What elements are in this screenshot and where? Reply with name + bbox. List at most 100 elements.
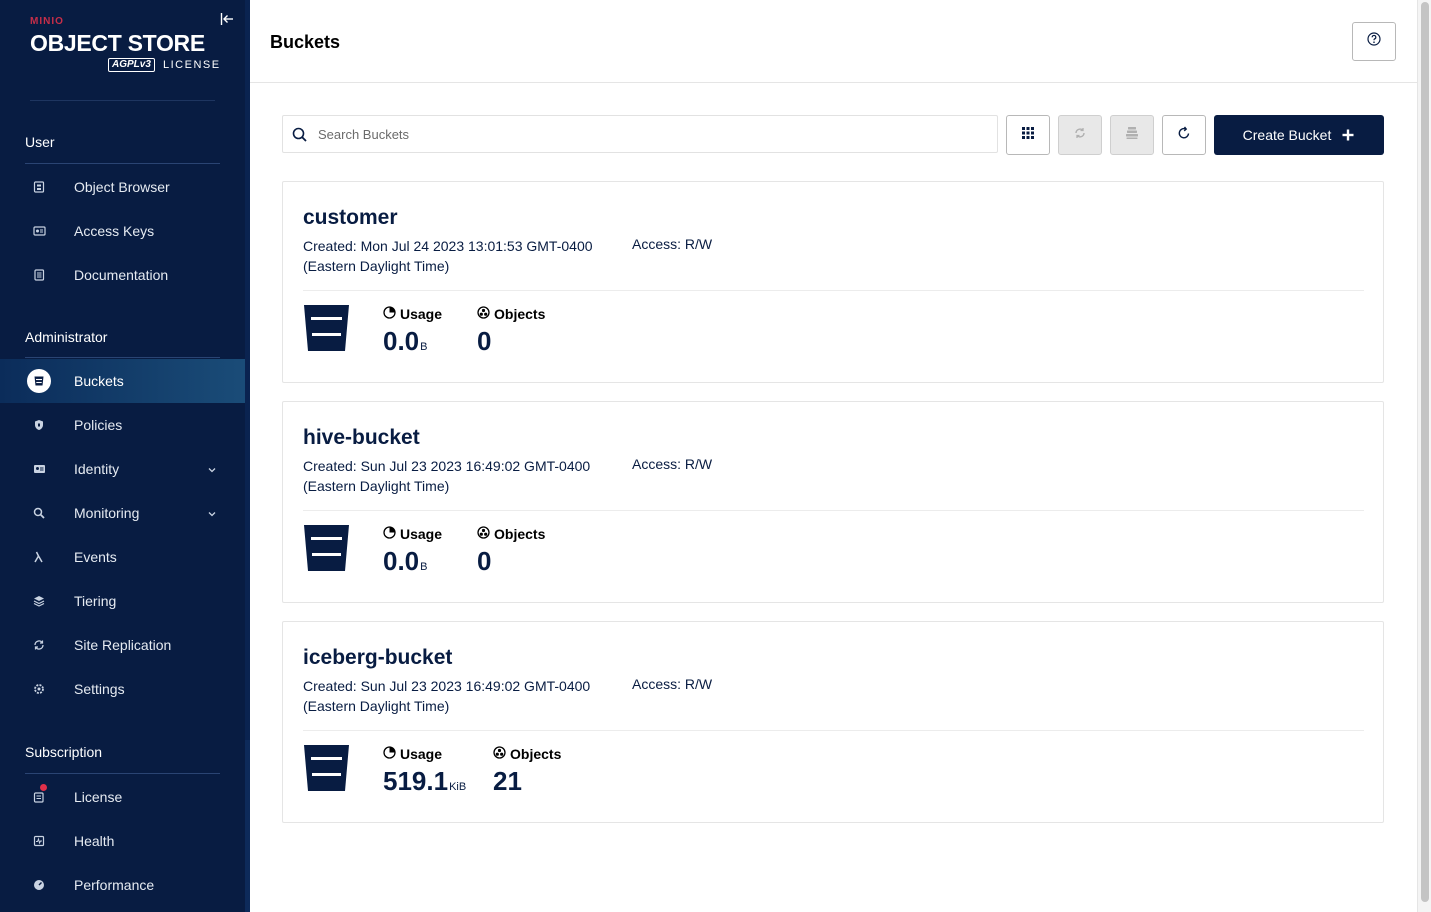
sidebar-item-label: Settings (74, 681, 125, 697)
section-divider (25, 773, 220, 774)
refresh-icon (1177, 126, 1191, 145)
usage-unit: KiB (449, 781, 467, 793)
license-icon (27, 785, 51, 809)
notification-badge (40, 784, 47, 791)
objects-icon (477, 306, 494, 322)
search-icon (292, 127, 308, 143)
product-name: OBJECT STORE (30, 30, 205, 56)
sidebar-item-settings[interactable]: Settings (0, 667, 245, 711)
bucket-created-date: Created: Mon Jul 24 2023 13:01:53 GMT-04… (303, 238, 593, 274)
sidebar-item-label: Monitoring (74, 505, 140, 521)
bucket-icon (303, 304, 350, 352)
sidebar-item-label: Site Replication (74, 637, 172, 653)
usage-value: 0.0 (383, 546, 420, 576)
logo-divider (30, 100, 215, 101)
refresh-button[interactable] (1162, 115, 1206, 155)
sidebar-item-access-keys[interactable]: Access Keys (0, 209, 245, 253)
sidebar-item-performance[interactable]: Performance (0, 863, 245, 907)
sidebar-item-object-browser[interactable]: Object Browser (0, 165, 245, 209)
usage-stat: Usage 519.1 KiB (383, 746, 466, 797)
bucket-name[interactable]: customer (303, 206, 398, 230)
card-divider (303, 290, 1364, 291)
bucket-name[interactable]: iceberg-bucket (303, 646, 452, 670)
minio-logo[interactable]: MINIO OBJECT STORE AGPLv3 LICENSE (30, 16, 220, 76)
access-keys-icon (27, 219, 51, 243)
bucket-access: Access: R/W (632, 676, 713, 692)
objects-stat: Objects 21 (493, 746, 561, 797)
bucket-icon (27, 369, 51, 393)
sidebar-item-identity[interactable]: Identity (0, 447, 245, 491)
usage-value: 519.1 (383, 766, 449, 796)
sidebar-item-label: Health (74, 833, 115, 849)
object-browser-icon (27, 175, 51, 199)
bucket-icon (303, 744, 350, 792)
search-input[interactable] (318, 116, 988, 152)
sidebar-scrollbar[interactable] (245, 0, 250, 912)
replication-icon (1073, 126, 1087, 145)
card-divider (303, 730, 1364, 731)
sidebar-item-label: License (74, 789, 123, 805)
search-bar[interactable] (282, 115, 998, 153)
chevron-down-icon[interactable] (206, 507, 218, 519)
view-grid-button[interactable] (1006, 115, 1050, 155)
policies-icon (27, 413, 51, 437)
section-divider (25, 357, 220, 358)
bucket-card[interactable]: iceberg-bucket Created: Sun Jul 23 2023 … (282, 621, 1384, 823)
bucket-created-date: Created: Sun Jul 23 2023 16:49:02 GMT-04… (303, 458, 591, 494)
collapse-sidebar-icon[interactable] (220, 12, 236, 28)
usage-icon (383, 306, 400, 322)
usage-icon (383, 746, 400, 762)
objects-icon (493, 746, 510, 762)
bucket-name[interactable]: hive-bucket (303, 426, 420, 450)
page-header: Buckets (250, 0, 1417, 83)
usage-label: Usage (400, 746, 443, 762)
lambda-icon (27, 545, 51, 569)
objects-stat: Objects 0 (477, 526, 545, 577)
bucket-access: Access: R/W (632, 456, 713, 472)
set-lifecycle-button[interactable] (1110, 115, 1154, 155)
bucket-card[interactable]: hive-bucket Created: Sun Jul 23 2023 16:… (282, 401, 1384, 603)
sidebar-item-events[interactable]: Events (0, 535, 245, 579)
main-scrollbar[interactable] (1417, 0, 1431, 912)
help-button[interactable] (1352, 22, 1396, 61)
usage-unit: B (420, 561, 428, 573)
sidebar-item-license[interactable]: License (0, 775, 245, 819)
objects-label: Objects (494, 306, 546, 322)
bucket-card[interactable]: customer Created: Mon Jul 24 2023 13:01:… (282, 181, 1384, 383)
objects-value: 21 (493, 766, 522, 796)
card-divider (303, 510, 1364, 511)
performance-icon (27, 873, 51, 897)
sidebar-item-tiering[interactable]: Tiering (0, 579, 245, 623)
usage-icon (383, 526, 400, 542)
sidebar-item-label: Documentation (74, 267, 169, 283)
agpl-badge: AGPLv3 (108, 58, 155, 72)
page-title: Buckets (270, 32, 341, 52)
health-icon (27, 829, 51, 853)
objects-stat: Objects 0 (477, 306, 545, 357)
sidebar-item-site-replication[interactable]: Site Replication (0, 623, 245, 667)
sidebar-item-policies[interactable]: Policies (0, 403, 245, 447)
usage-stat: Usage 0.0 B (383, 306, 442, 357)
site-replication-icon (27, 633, 51, 657)
help-icon (1367, 32, 1381, 51)
objects-label: Objects (510, 746, 562, 762)
minio-wordmark: MINIO (30, 16, 64, 27)
sidebar-item-health[interactable]: Health (0, 819, 245, 863)
create-bucket-button[interactable]: Create Bucket (1214, 115, 1384, 155)
sidebar-item-monitoring[interactable]: Monitoring (0, 491, 245, 535)
create-bucket-label: Create Bucket (1242, 127, 1332, 143)
objects-label: Objects (494, 526, 546, 542)
usage-label: Usage (400, 306, 443, 322)
sidebar-item-documentation[interactable]: Documentation (0, 253, 245, 297)
sidebar-item-label: Policies (74, 417, 123, 433)
usage-value: 0.0 (383, 326, 420, 356)
sidebar-item-buckets[interactable]: Buckets (0, 359, 245, 403)
sidebar-item-label: Access Keys (74, 223, 155, 239)
usage-label: Usage (400, 526, 443, 542)
monitoring-icon (27, 501, 51, 525)
chevron-down-icon[interactable] (206, 463, 218, 475)
settings-icon (27, 677, 51, 701)
sidebar-item-label: Events (74, 549, 117, 565)
set-replication-button[interactable] (1058, 115, 1102, 155)
usage-stat: Usage 0.0 B (383, 526, 442, 577)
